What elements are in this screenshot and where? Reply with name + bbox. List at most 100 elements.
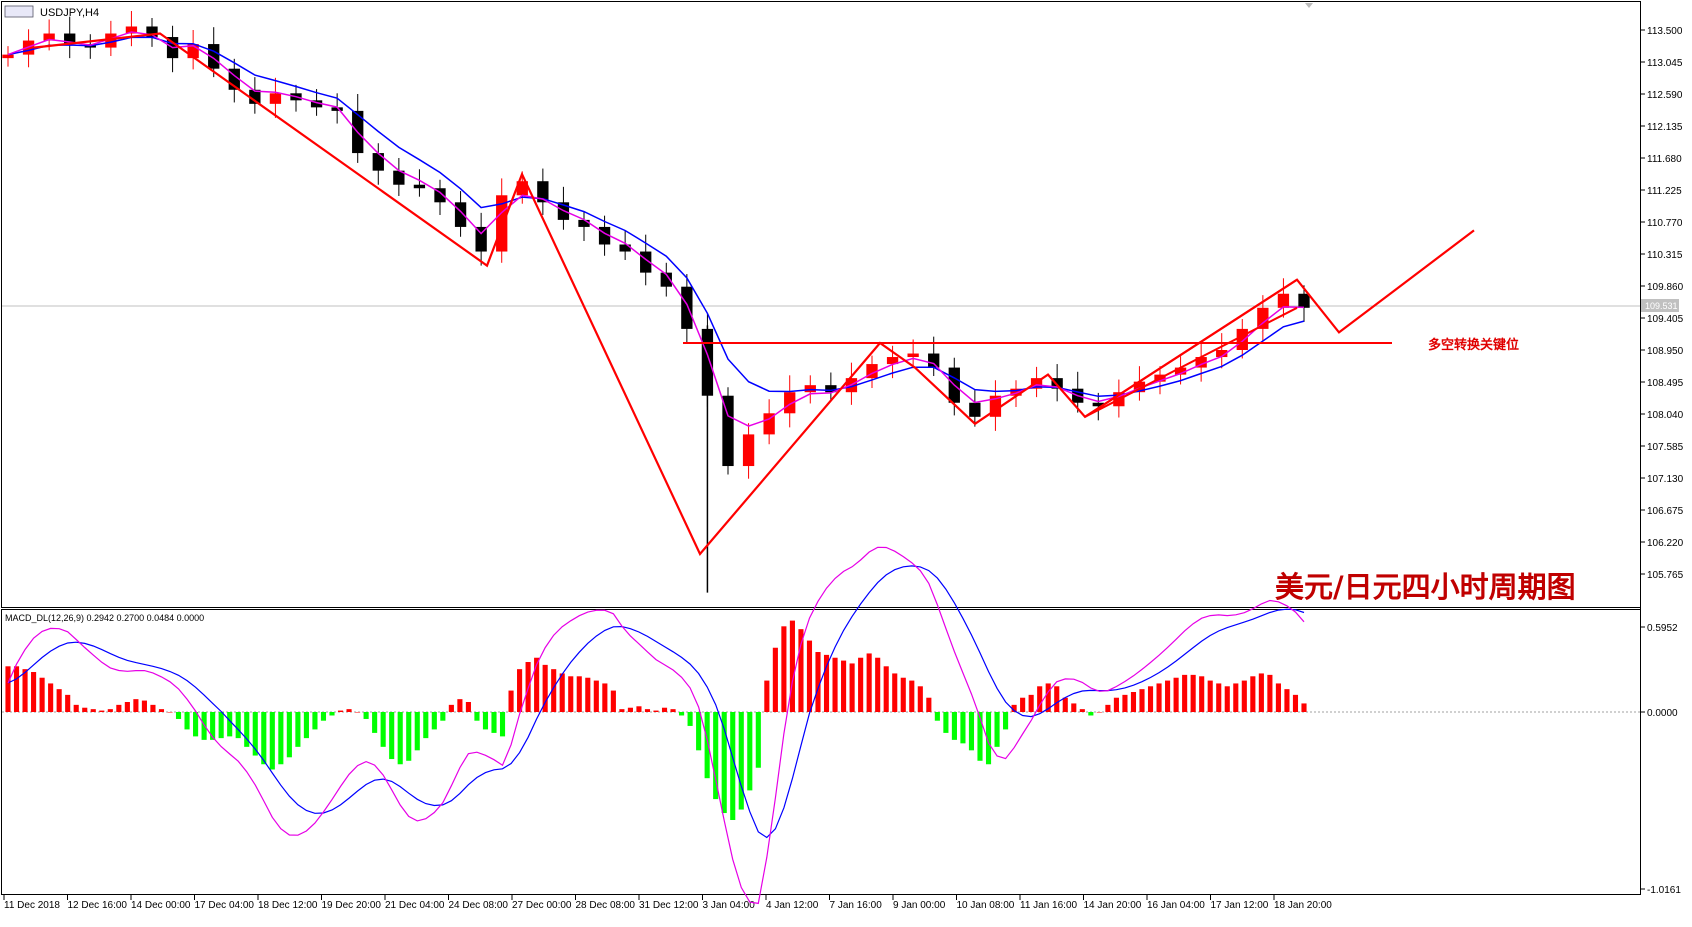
time-tick-label: 3 Jan 04:00 xyxy=(703,900,756,911)
macd-hist-bar xyxy=(883,666,889,712)
time-tick-label: 11 Jan 16:00 xyxy=(1020,900,1078,911)
macd-label: MACD_DL(12,26,9) 0.2942 0.2700 0.0484 0.… xyxy=(5,613,204,623)
macd-hist-bar xyxy=(798,629,804,712)
macd-hist-bar xyxy=(261,712,267,765)
candle-body xyxy=(1277,293,1290,308)
time-tick-label: 14 Dec 00:00 xyxy=(131,900,191,911)
candle-body xyxy=(907,353,919,358)
macd-hist-bar xyxy=(474,712,480,721)
time-axis: 11 Dec 2018 12 Dec 16:00 14 Dec 00:00 17 De… xyxy=(3,895,1332,911)
macd-hist-bar xyxy=(1182,674,1188,712)
macd-hist-bar xyxy=(1258,673,1264,712)
macd-hist-bar xyxy=(661,707,668,712)
macd-hist-bar xyxy=(1207,680,1213,712)
macd-hist-bar xyxy=(602,683,608,712)
time-tick-label: 16 Jan 04:00 xyxy=(1147,900,1205,911)
macd-hist-bar xyxy=(380,712,386,747)
macd-hist-bar xyxy=(738,712,744,810)
price-tick-label: 111.225 xyxy=(1647,186,1682,197)
scroll-marker-icon[interactable] xyxy=(1305,3,1313,8)
macd-hist-bar xyxy=(559,673,565,712)
price-tick-label: 112.135 xyxy=(1647,122,1683,133)
macd-hist-bar xyxy=(184,712,190,730)
rally-upper-line xyxy=(1084,278,1298,418)
macd-hist-bar xyxy=(440,712,446,721)
macd-hist-bar xyxy=(295,712,301,747)
macd-hist-bar xyxy=(704,712,710,779)
zigzag-line xyxy=(33,32,1475,557)
time-tick-label: 31 Dec 12:00 xyxy=(639,900,699,911)
price-tick-label: 108.950 xyxy=(1647,346,1684,357)
macd-hist-bar xyxy=(158,709,165,712)
macd-hist-bar xyxy=(909,680,915,712)
macd-hist-bar xyxy=(730,712,736,821)
macd-hist-bar xyxy=(73,704,79,712)
time-tick-label: 17 Dec 04:00 xyxy=(195,900,255,911)
macd-hist-bar xyxy=(303,712,309,739)
macd-hist-bar xyxy=(457,699,463,712)
macd-hist-bar xyxy=(892,673,898,712)
macd-hist-bar xyxy=(1062,697,1068,712)
macd-hist-bar xyxy=(832,657,838,712)
macd-hist-bar xyxy=(320,712,327,721)
macd-hist-bar xyxy=(107,709,113,712)
macd-hist-bar xyxy=(82,707,88,712)
macd-hist-bar xyxy=(781,626,787,712)
price-tick-label: 113.500 xyxy=(1647,26,1683,37)
macd-hist-bar xyxy=(465,702,471,712)
macd-hist-bar xyxy=(994,712,1000,747)
macd-hist-bar xyxy=(789,620,795,712)
macd-hist-bar xyxy=(193,712,199,737)
time-tick-label: 18 Jan 20:00 xyxy=(1274,900,1332,911)
candle-body xyxy=(804,385,816,393)
macd-hist-bar xyxy=(150,704,156,712)
macd-hist-bar xyxy=(815,652,821,712)
candle-body xyxy=(413,184,426,189)
macd-hist-bar xyxy=(1020,697,1026,712)
macd-hist-bar xyxy=(312,712,318,730)
macd-hist-bar xyxy=(866,653,872,712)
macd-hist-bar xyxy=(482,712,489,730)
candle-body xyxy=(2,54,14,59)
price-tick-label: 106.220 xyxy=(1647,538,1684,549)
time-tick-label: 21 Dec 04:00 xyxy=(385,900,445,911)
macd-hist-bar xyxy=(1284,689,1290,712)
macd-tick-label: -1.0161 xyxy=(1647,885,1681,896)
macd-hist-bar xyxy=(696,712,702,751)
macd-hist-bar xyxy=(960,712,966,744)
macd-hist-bar xyxy=(431,712,437,730)
macd-hist-bar xyxy=(329,712,335,716)
macd-hist-bar xyxy=(517,669,523,712)
macd-hist-bar xyxy=(841,660,847,712)
price-tick-label: 112.590 xyxy=(1647,90,1683,101)
macd-tick-label: 0.0000 xyxy=(1647,708,1678,719)
macd-pane-frame xyxy=(1,609,1641,895)
macd-hist-bar xyxy=(934,712,940,721)
time-tick-label: 17 Jan 12:00 xyxy=(1211,900,1269,911)
macd-hist-bar xyxy=(943,712,949,733)
macd-hist-bar xyxy=(448,704,454,712)
macd-hist-bar xyxy=(619,709,625,712)
macd-hist-bar xyxy=(679,712,685,716)
macd-hist-bar xyxy=(235,712,241,739)
price-tick-label: 106.675 xyxy=(1647,506,1684,517)
macd-hist-bar xyxy=(423,712,429,739)
macd-hist-bar xyxy=(951,712,957,740)
macd-hist-bar xyxy=(39,677,45,712)
macd-hist-bar xyxy=(372,712,378,733)
time-tick-label: 11 Dec 2018 xyxy=(4,900,60,911)
price-tick-label: 108.040 xyxy=(1647,410,1684,421)
macd-hist-bar xyxy=(22,669,28,712)
macd-hist-bar xyxy=(644,709,651,712)
macd-hist-bar xyxy=(31,672,37,712)
macd-hist-bar xyxy=(858,657,864,712)
rally-lower-line xyxy=(1084,306,1298,418)
macd-hist-bar xyxy=(926,697,932,712)
symbol-icon xyxy=(4,5,34,18)
macd-hist-bar xyxy=(1096,712,1102,713)
key-level-annotation: 多空转换关键位 xyxy=(1428,337,1519,352)
macd-hist-bar xyxy=(1275,683,1281,712)
macd-hist-bar xyxy=(1241,680,1247,712)
macd-hist-bar xyxy=(806,640,813,712)
macd-hist-bar xyxy=(278,712,284,765)
